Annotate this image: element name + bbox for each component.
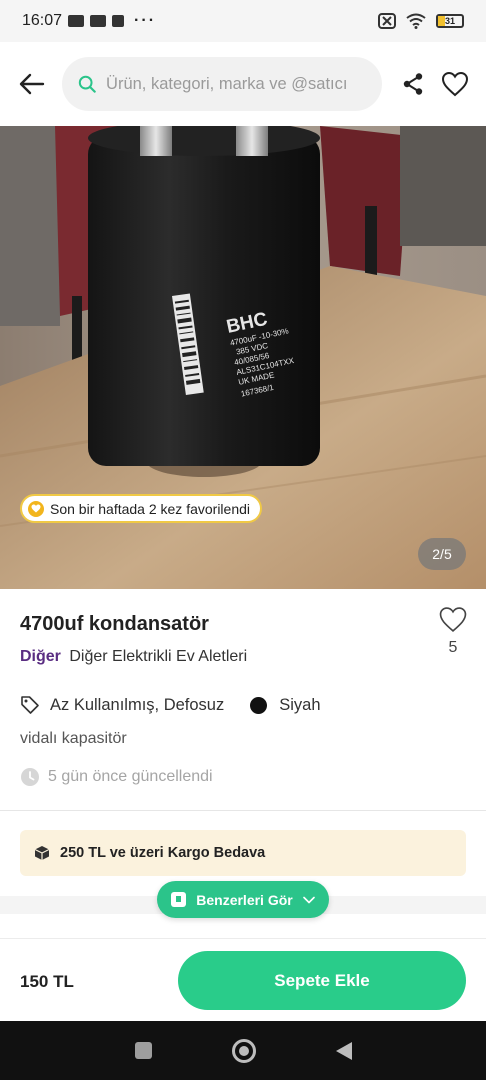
- shipping-text: 250 TL ve üzeri Kargo Bedava: [60, 845, 266, 861]
- home-button[interactable]: [231, 1038, 256, 1063]
- search-input[interactable]: [106, 74, 366, 94]
- shipping-info-banner: 250 TL ve üzeri Kargo Bedava: [20, 830, 466, 876]
- buy-bar: 150 TL Sepete Ekle: [0, 938, 486, 1022]
- more-notifications-icon: ···: [134, 12, 157, 29]
- clock-icon: [21, 768, 39, 786]
- category-breadcrumb: Diğer Diğer Elektrikli Ev Aletleri: [20, 648, 247, 666]
- youtube-icon: [68, 15, 85, 27]
- package-icon: [34, 846, 50, 860]
- heart-icon: [441, 71, 469, 97]
- add-to-cart-button[interactable]: Sepete Ekle: [178, 951, 466, 1010]
- like-count: 5: [448, 639, 458, 656]
- sim-off-icon: [378, 13, 396, 29]
- color-swatch: [250, 696, 268, 714]
- system-nav-bar: [0, 1021, 486, 1080]
- status-bar: 16:07 ··· 31: [0, 0, 486, 42]
- color-name: Siyah: [279, 695, 321, 714]
- similar-items-icon: [171, 892, 187, 907]
- section-divider: [0, 810, 486, 811]
- tag-icon: [21, 696, 39, 714]
- favorite-badge-text: Son bir haftada 2 kez favorilendi: [50, 500, 251, 517]
- android-icon: [112, 15, 125, 27]
- battery-level: 31: [444, 16, 455, 26]
- see-similar-label: Benzerleri Gör: [196, 891, 293, 908]
- wifi-icon: [406, 13, 426, 29]
- search-bar[interactable]: [62, 57, 382, 111]
- favorite-count-badge: Son bir haftada 2 kez favorilendi: [20, 494, 263, 523]
- favorite-button[interactable]: [440, 69, 470, 99]
- status-notification-icons: [68, 15, 125, 27]
- recent-apps-button[interactable]: [134, 1042, 152, 1059]
- condition-text: Az Kullanılmış, Defosuz: [50, 695, 225, 714]
- image-page-indicator: 2/5: [418, 538, 466, 570]
- heart-badge-icon: [28, 500, 44, 517]
- heart-icon: [439, 607, 467, 633]
- battery-icon: 31: [436, 14, 464, 28]
- product-attributes: Az Kullanılmış, Defosuz Siyah: [20, 695, 321, 715]
- search-icon: [78, 75, 96, 93]
- product-price: 150 TL: [20, 972, 74, 991]
- like-button[interactable]: 5: [436, 606, 470, 657]
- back-button[interactable]: [16, 68, 48, 100]
- arrow-left-icon: [19, 73, 45, 95]
- share-button[interactable]: [398, 69, 428, 99]
- youtube-icon: [90, 15, 107, 27]
- updated-info: 5 gün önce güncellendi: [20, 767, 213, 787]
- status-time: 16:07: [22, 12, 63, 29]
- updated-text: 5 gün önce güncellendi: [48, 768, 213, 785]
- top-bar: [0, 42, 486, 126]
- brand-link[interactable]: Diğer: [20, 648, 61, 665]
- product-description: vidalı kapasitör: [20, 730, 127, 747]
- see-similar-button[interactable]: Benzerleri Gör: [157, 881, 329, 918]
- chevron-down-icon: [302, 896, 315, 903]
- share-icon: [403, 73, 423, 95]
- category-link[interactable]: Diğer Elektrikli Ev Aletleri: [69, 648, 247, 665]
- product-title: 4700uf kondansatör: [20, 613, 209, 635]
- back-nav-button[interactable]: [335, 1041, 352, 1060]
